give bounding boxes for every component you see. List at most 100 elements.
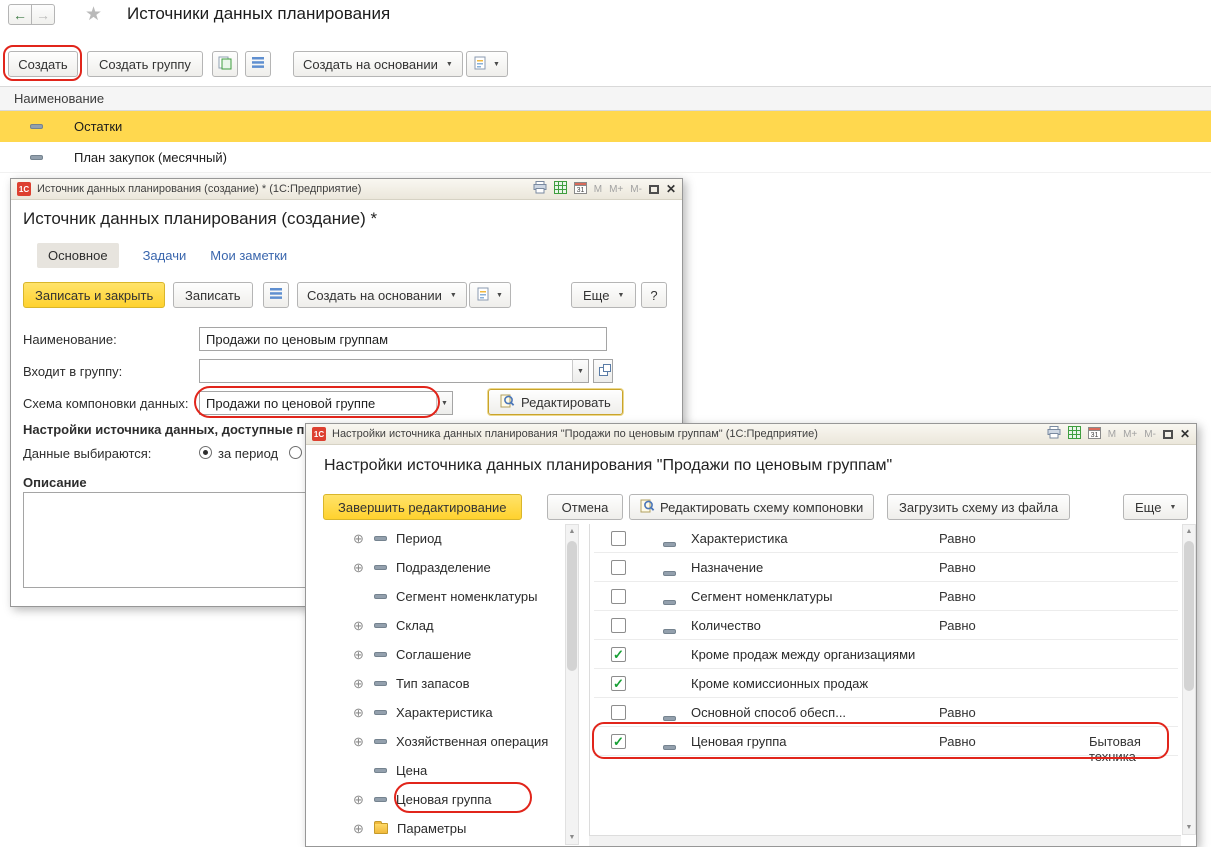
load-schema-button[interactable]: Загрузить схему из файла [887, 494, 1070, 520]
tree-item-price-group[interactable]: ⊕Ценовая группа [352, 785, 492, 814]
item-dash-icon [30, 124, 43, 129]
more-button[interactable]: Еще ▼ [571, 282, 636, 308]
condition-checkbox[interactable]: ✓ [611, 734, 626, 749]
dialog-create-titlebar[interactable]: 1С Источник данных планирования (создани… [11, 179, 682, 200]
condition-checkbox[interactable]: ✓ [611, 676, 626, 691]
tree-item-characteristic[interactable]: ⊕Характеристика [352, 698, 493, 727]
expand-icon[interactable]: ⊕ [352, 793, 365, 806]
back-button[interactable]: ← [8, 4, 32, 25]
create-based-on-label: Создать на основании [303, 57, 438, 72]
create-based-on-button[interactable]: Создать на основании ▼ [293, 51, 463, 77]
tab-tasks[interactable]: Задачи [143, 248, 187, 263]
scroll-up-icon[interactable]: ▲ [566, 525, 578, 538]
actions-menu-button[interactable]: ▼ [466, 51, 508, 77]
schema-input[interactable] [199, 391, 437, 415]
save-button[interactable]: Записать [173, 282, 253, 308]
expand-icon[interactable]: ⊕ [352, 822, 365, 835]
condition-row-price-group[interactable]: ✓ Ценовая группа Равно Бытовая техника [594, 727, 1178, 756]
horizontal-scrollbar[interactable] [589, 835, 1181, 846]
condition-row-except-interorg[interactable]: ✓ Кроме продаж между организациями [594, 640, 1178, 669]
save-and-close-button[interactable]: Записать и закрыть [23, 282, 165, 308]
tree-item-period[interactable]: ⊕Период [352, 524, 442, 553]
folder-icon [374, 823, 388, 834]
scroll-down-icon[interactable]: ▼ [1183, 821, 1195, 834]
tab-main[interactable]: Основное [37, 243, 119, 268]
dialog-settings-titlebar[interactable]: 1С Настройки источника данных планирован… [306, 424, 1196, 445]
forward-button[interactable]: → [31, 4, 55, 25]
name-input[interactable] [199, 327, 607, 351]
more-label: Еще [583, 288, 609, 303]
print-icon[interactable] [533, 181, 547, 197]
condition-row-except-commission[interactable]: ✓ Кроме комиссионных продаж [594, 669, 1178, 698]
condition-checkbox[interactable]: ✓ [611, 647, 626, 662]
close-icon[interactable]: ✕ [1180, 427, 1190, 441]
condition-checkbox[interactable] [611, 705, 626, 720]
list-settings-button[interactable] [245, 51, 271, 77]
edit-composition-schema-button[interactable]: Редактировать схему компоновки [629, 494, 874, 520]
expand-icon[interactable]: ⊕ [352, 677, 365, 690]
create-based-on-button[interactable]: Создать на основании ▼ [297, 282, 467, 308]
favorite-star-icon[interactable]: ★ [85, 3, 102, 26]
calendar-icon[interactable]: 31 [574, 181, 587, 197]
help-button[interactable]: ? [641, 282, 667, 308]
print-icon[interactable] [1047, 426, 1061, 442]
scrollbar-thumb[interactable] [567, 541, 577, 671]
more-button[interactable]: Еще ▼ [1123, 494, 1188, 520]
list-settings-button[interactable] [263, 282, 289, 308]
condition-checkbox[interactable] [611, 560, 626, 575]
condition-row-supply-method[interactable]: Основной способ обесп... Равно [594, 698, 1178, 727]
schema-dropdown-button[interactable]: ▼ [436, 391, 453, 415]
memory-indicator: М [594, 184, 602, 195]
create-button[interactable]: Создать [8, 51, 78, 77]
expand-icon[interactable]: ⊕ [352, 706, 365, 719]
copy-button[interactable] [212, 51, 238, 77]
tree-item-segment[interactable]: Сегмент номенклатуры [352, 582, 537, 611]
expand-icon[interactable]: ⊕ [352, 735, 365, 748]
expand-icon[interactable]: ⊕ [352, 561, 365, 574]
calendar-icon[interactable]: 31 [1088, 426, 1101, 442]
tree-item-parameters[interactable]: ⊕Параметры [352, 814, 466, 843]
expand-icon[interactable]: ⊕ [352, 648, 365, 661]
item-dash-icon [374, 565, 387, 570]
tree-item-warehouse[interactable]: ⊕Склад [352, 611, 434, 640]
scroll-down-icon[interactable]: ▼ [566, 831, 578, 844]
condition-checkbox[interactable] [611, 531, 626, 546]
condition-row-characteristic[interactable]: Характеристика Равно [594, 524, 1178, 553]
expand-icon[interactable]: ⊕ [352, 619, 365, 632]
tab-notes[interactable]: Мои заметки [210, 248, 287, 263]
scrollbar-thumb[interactable] [1184, 541, 1194, 691]
group-dropdown-button[interactable]: ▼ [572, 359, 589, 383]
finish-editing-button[interactable]: Завершить редактирование [323, 494, 522, 520]
condition-checkbox[interactable] [611, 618, 626, 633]
table-icon[interactable] [554, 181, 567, 197]
maximize-icon[interactable] [1163, 430, 1173, 439]
tree-item-label: Соглашение [396, 647, 471, 662]
tree-scrollbar[interactable]: ▲ ▼ [565, 524, 579, 845]
scroll-up-icon[interactable]: ▲ [1183, 525, 1195, 538]
condition-checkbox[interactable] [611, 589, 626, 604]
actions-menu-button[interactable]: ▼ [469, 282, 511, 308]
table-icon[interactable] [1068, 426, 1081, 442]
list-row-selected[interactable]: Остатки [0, 111, 1211, 142]
radio-alt[interactable] [289, 446, 302, 459]
condition-label: Кроме продаж между организациями [691, 647, 915, 662]
radio-period[interactable] [199, 446, 212, 459]
tree-item-agreement[interactable]: ⊕ Соглашение [352, 640, 471, 669]
cancel-button[interactable]: Отмена [547, 494, 623, 520]
expand-icon[interactable]: ⊕ [352, 532, 365, 545]
create-group-button[interactable]: Создать группу [87, 51, 203, 77]
condition-row-quantity[interactable]: Количество Равно [594, 611, 1178, 640]
tree-item-business-operation[interactable]: ⊕Хозяйственная операция [352, 727, 548, 756]
list-row[interactable]: План закупок (месячный) [0, 142, 1211, 173]
condition-row-purpose[interactable]: Назначение Равно [594, 553, 1178, 582]
conditions-scrollbar[interactable]: ▲ ▼ [1182, 524, 1196, 835]
group-input[interactable] [199, 359, 573, 383]
condition-row-segment[interactable]: Сегмент номенклатуры Равно [594, 582, 1178, 611]
close-icon[interactable]: ✕ [666, 182, 676, 196]
tree-item-price[interactable]: Цена [352, 756, 427, 785]
maximize-icon[interactable] [649, 185, 659, 194]
edit-schema-button[interactable]: Редактировать [488, 389, 623, 415]
tree-item-stock-type[interactable]: ⊕Тип запасов [352, 669, 470, 698]
tree-item-department[interactable]: ⊕Подразделение [352, 553, 491, 582]
group-open-button[interactable] [593, 359, 613, 383]
